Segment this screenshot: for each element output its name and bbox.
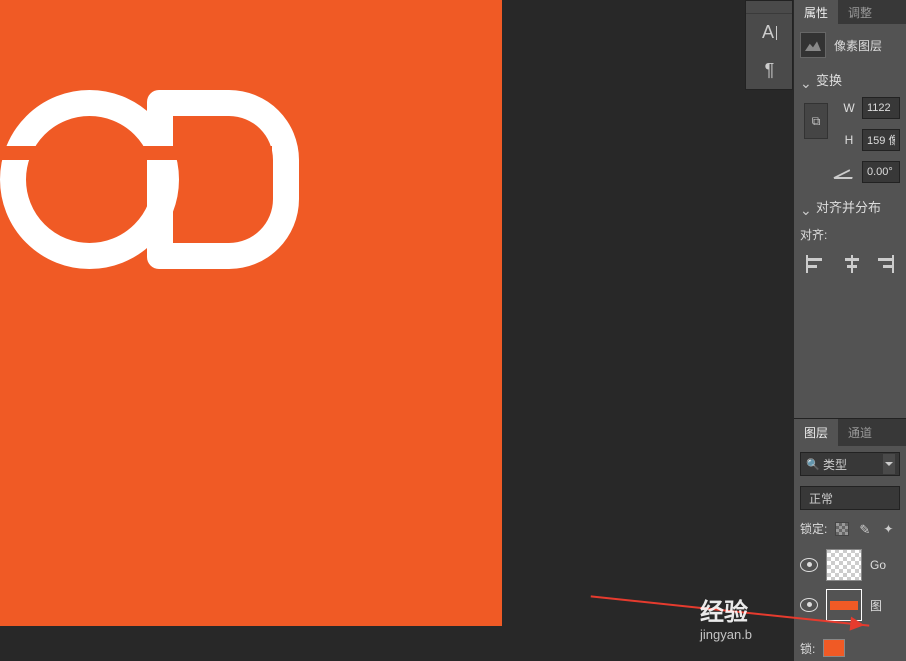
- layer-name-label[interactable]: 图: [870, 597, 882, 614]
- layer-thumbnail[interactable]: [826, 589, 862, 621]
- tab-adjustments[interactable]: 调整: [838, 0, 882, 24]
- transform-section-header[interactable]: 变换: [794, 66, 906, 93]
- visibility-eye-icon[interactable]: [800, 558, 818, 572]
- lock-brush-icon[interactable]: [859, 522, 873, 536]
- align-left-button[interactable]: [808, 255, 824, 273]
- layer-filter-row: 🔍 类型: [794, 446, 906, 482]
- align-label: 对齐:: [800, 226, 900, 243]
- height-input[interactable]: [862, 129, 900, 151]
- document-canvas[interactable]: [0, 0, 502, 626]
- aspect-link-button[interactable]: ⧉: [804, 103, 828, 139]
- rotation-input[interactable]: [862, 161, 900, 183]
- layer-filter-select[interactable]: 🔍 类型: [800, 452, 900, 476]
- visibility-eye-icon[interactable]: [800, 598, 818, 612]
- align-section: 对齐:: [794, 220, 906, 309]
- align-right-button[interactable]: [876, 255, 892, 273]
- layer-type-label: 像素图层: [834, 37, 882, 54]
- rotation-icon: [834, 165, 856, 179]
- character-panel-icon[interactable]: A: [746, 14, 793, 52]
- height-label: H: [842, 133, 856, 147]
- dropdown-caret-icon: [883, 454, 895, 474]
- layers-tab-bar: 图层 通道: [794, 418, 906, 446]
- layer-row[interactable]: 图: [800, 585, 900, 625]
- properties-tab-bar: 属性 调整: [794, 0, 906, 24]
- width-label: W: [842, 101, 856, 115]
- tab-channels[interactable]: 通道: [838, 419, 882, 446]
- chevron-down-icon: [800, 75, 810, 85]
- paragraph-panel-icon[interactable]: ¶: [746, 51, 793, 89]
- lock-label: 锁定:: [800, 520, 827, 537]
- layer-name-label[interactable]: Go: [870, 558, 886, 572]
- layer-list: Go 图: [794, 543, 906, 635]
- align-center-button[interactable]: [842, 255, 858, 273]
- tab-layers[interactable]: 图层: [794, 419, 838, 446]
- layer-row[interactable]: Go: [800, 545, 900, 585]
- lock-row: 锁定: ✦: [794, 514, 906, 543]
- layer-thumbnail[interactable]: [826, 549, 862, 581]
- blend-mode-select[interactable]: 正常: [800, 486, 900, 510]
- logo-letter-d: [147, 90, 267, 218]
- lock-pixels-icon[interactable]: [835, 522, 849, 536]
- lock-more-icon[interactable]: ✦: [883, 522, 893, 536]
- logo-letter-o: [0, 90, 127, 218]
- canvas-area[interactable]: [0, 0, 745, 661]
- chevron-down-icon: [800, 202, 810, 212]
- blend-mode-row: 正常: [794, 482, 906, 514]
- ruler-strip: [746, 1, 792, 14]
- right-panels: 属性 调整 像素图层 变换 ⧉ W H 对齐并分布 对齐:: [794, 0, 906, 661]
- properties-layer-type: 像素图层: [794, 24, 906, 66]
- width-input[interactable]: [862, 97, 900, 119]
- lock-color-swatch[interactable]: [823, 639, 845, 657]
- lock-row-footer: 锁:: [794, 635, 906, 661]
- search-icon: 🔍: [806, 458, 820, 471]
- tab-properties[interactable]: 属性: [794, 0, 838, 24]
- type-options-sidebar: A ¶: [745, 0, 793, 90]
- canvas-content-logo: [0, 90, 267, 218]
- pixel-layer-icon: [800, 32, 826, 58]
- transform-section: ⧉ W H: [794, 93, 906, 193]
- align-section-header[interactable]: 对齐并分布: [794, 193, 906, 220]
- lock2-label: 锁:: [800, 640, 815, 657]
- watermark: 经验 jingyan.b: [700, 592, 752, 642]
